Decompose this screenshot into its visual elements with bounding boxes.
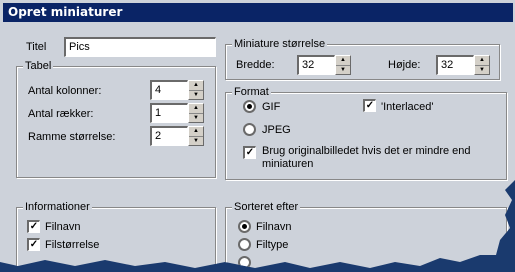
filesize-checkbox[interactable]: ✓: [27, 238, 40, 251]
sort-filename-radio[interactable]: [238, 220, 251, 233]
height-spinner[interactable]: ▲ ▼: [474, 55, 490, 75]
filesize-label: Filstørrelse: [45, 239, 100, 251]
gif-label: GIF: [262, 101, 281, 113]
use-original-label-line2: miniaturen: [262, 158, 314, 170]
jpeg-radio[interactable]: [243, 123, 256, 136]
width-input[interactable]: 32: [297, 55, 335, 75]
rows-label: Antal rækker:: [28, 108, 94, 120]
interlaced-label: 'Interlaced': [381, 101, 434, 113]
height-input[interactable]: 32: [436, 55, 474, 75]
columns-spinner[interactable]: ▲ ▼: [188, 80, 204, 100]
height-label: Højde:: [388, 59, 421, 71]
sort-third-radio[interactable]: [238, 256, 251, 268]
rows-spinner[interactable]: ▲ ▼: [188, 103, 204, 123]
columns-label: Antal kolonner:: [28, 85, 102, 97]
spin-up-icon[interactable]: ▲: [189, 104, 203, 113]
filename-label: Filnavn: [45, 221, 81, 233]
dialog-window: Opret miniaturer Titel Pics Tabel Antal …: [0, 0, 515, 268]
spin-up-icon[interactable]: ▲: [189, 81, 203, 90]
spin-down-icon[interactable]: ▼: [189, 90, 203, 99]
jpeg-label: JPEG: [262, 124, 291, 136]
spin-down-icon[interactable]: ▼: [189, 136, 203, 145]
window-title: Opret miniaturer: [3, 3, 513, 22]
use-original-label-line1: Brug originalbilledet hvis det er mindre…: [262, 145, 471, 157]
format-legend: Format: [232, 85, 271, 99]
title-label: Titel: [26, 41, 47, 53]
frame-size-label: Ramme størrelse:: [28, 131, 116, 143]
spin-down-icon[interactable]: ▼: [336, 65, 350, 74]
title-input[interactable]: Pics: [64, 37, 216, 57]
gif-radio[interactable]: [243, 100, 256, 113]
spin-down-icon[interactable]: ▼: [189, 113, 203, 122]
frame-size-input[interactable]: 2: [150, 126, 188, 146]
spin-down-icon[interactable]: ▼: [475, 65, 489, 74]
interlaced-checkbox[interactable]: ✓: [363, 99, 376, 112]
filename-checkbox[interactable]: ✓: [27, 220, 40, 233]
spin-up-icon[interactable]: ▲: [336, 56, 350, 65]
sort-filename-label: Filnavn: [256, 221, 292, 233]
sort-legend: Sorteret efter: [232, 200, 301, 214]
columns-input[interactable]: 4: [150, 80, 188, 100]
sort-filetype-radio[interactable]: [238, 238, 251, 251]
info-legend: Informationer: [23, 200, 92, 214]
use-original-checkbox[interactable]: ✓: [243, 146, 256, 159]
rows-input[interactable]: 1: [150, 103, 188, 123]
width-spinner[interactable]: ▲ ▼: [335, 55, 351, 75]
size-legend: Miniature størrelse: [232, 37, 328, 51]
sort-filetype-label: Filtype: [256, 239, 289, 251]
spin-up-icon[interactable]: ▲: [475, 56, 489, 65]
spin-up-icon[interactable]: ▲: [189, 127, 203, 136]
tabel-legend: Tabel: [23, 59, 54, 73]
frame-size-spinner[interactable]: ▲ ▼: [188, 126, 204, 146]
width-label: Bredde:: [236, 59, 275, 71]
